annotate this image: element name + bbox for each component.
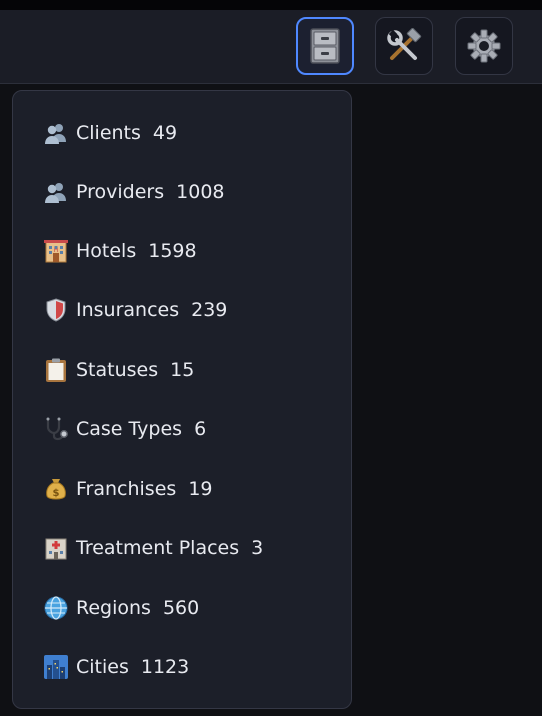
menu-item-count: 3 xyxy=(251,537,264,559)
menu-item-treatment-places[interactable]: Treatment Places 3 xyxy=(43,531,263,565)
menu-item-cities[interactable]: Cities 1123 xyxy=(43,650,189,684)
menu-item-providers[interactable]: Providers 1008 xyxy=(43,175,225,209)
people-icon xyxy=(43,120,69,146)
hospital-icon xyxy=(43,535,69,561)
menu-item-franchises[interactable]: $ Franchises 19 xyxy=(43,472,213,506)
hammer-and-wrench-icon xyxy=(386,28,422,64)
menu-item-count: 19 xyxy=(188,478,213,500)
clipboard-icon xyxy=(43,357,69,383)
menu-item-label: Cities xyxy=(76,656,129,678)
menu-item-label: Statuses xyxy=(76,359,159,381)
menu-item-case-types[interactable]: Case Types 6 xyxy=(43,412,206,446)
menu-item-label: Franchises xyxy=(76,478,177,500)
menu-item-count: 49 xyxy=(152,122,178,144)
stethoscope-icon xyxy=(43,416,69,442)
money-bag-icon: $ xyxy=(43,476,69,502)
top-toolbar xyxy=(0,10,542,84)
globe-icon xyxy=(43,595,69,621)
filing-cabinet-icon xyxy=(308,28,342,64)
menu-item-count: 15 xyxy=(170,359,195,381)
svg-text:$: $ xyxy=(53,488,60,499)
people-icon xyxy=(43,179,69,205)
top-edge xyxy=(0,0,542,10)
menu-item-count: 560 xyxy=(162,597,200,619)
menu-item-label: Case Types xyxy=(76,418,183,440)
tools-button[interactable] xyxy=(375,17,433,75)
menu-item-label: Regions xyxy=(76,597,151,619)
shield-icon xyxy=(43,297,69,323)
menu-item-count: 1123 xyxy=(140,656,190,678)
svg-text:H: H xyxy=(54,247,59,254)
menu-item-insurances[interactable]: Insurances 239 xyxy=(43,293,227,327)
menu-item-count: 6 xyxy=(194,418,207,440)
menu-item-hotels[interactable]: H Hotels 1598 xyxy=(43,234,197,268)
menu-item-clients[interactable]: Clients 49 xyxy=(43,116,177,150)
hotel-icon: H xyxy=(43,238,69,264)
menu-item-label: Providers xyxy=(76,181,165,203)
menu-item-regions[interactable]: Regions 560 xyxy=(43,591,199,625)
gear-icon xyxy=(466,28,502,64)
database-button[interactable] xyxy=(296,17,354,75)
menu-item-label: Hotels xyxy=(76,240,137,262)
menu-item-label: Clients xyxy=(76,122,141,144)
menu-item-count: 1008 xyxy=(176,181,225,203)
menu-item-label: Insurances xyxy=(76,299,180,321)
database-dropdown-menu: Clients 49 Providers 1008 H Hotels 1598 xyxy=(12,90,352,709)
menu-item-statuses[interactable]: Statuses 15 xyxy=(43,353,194,387)
menu-item-label: Treatment Places xyxy=(76,537,240,559)
settings-button[interactable] xyxy=(455,17,513,75)
menu-item-count: 239 xyxy=(191,299,228,321)
menu-item-count: 1598 xyxy=(148,240,197,262)
cityscape-icon xyxy=(43,654,69,680)
